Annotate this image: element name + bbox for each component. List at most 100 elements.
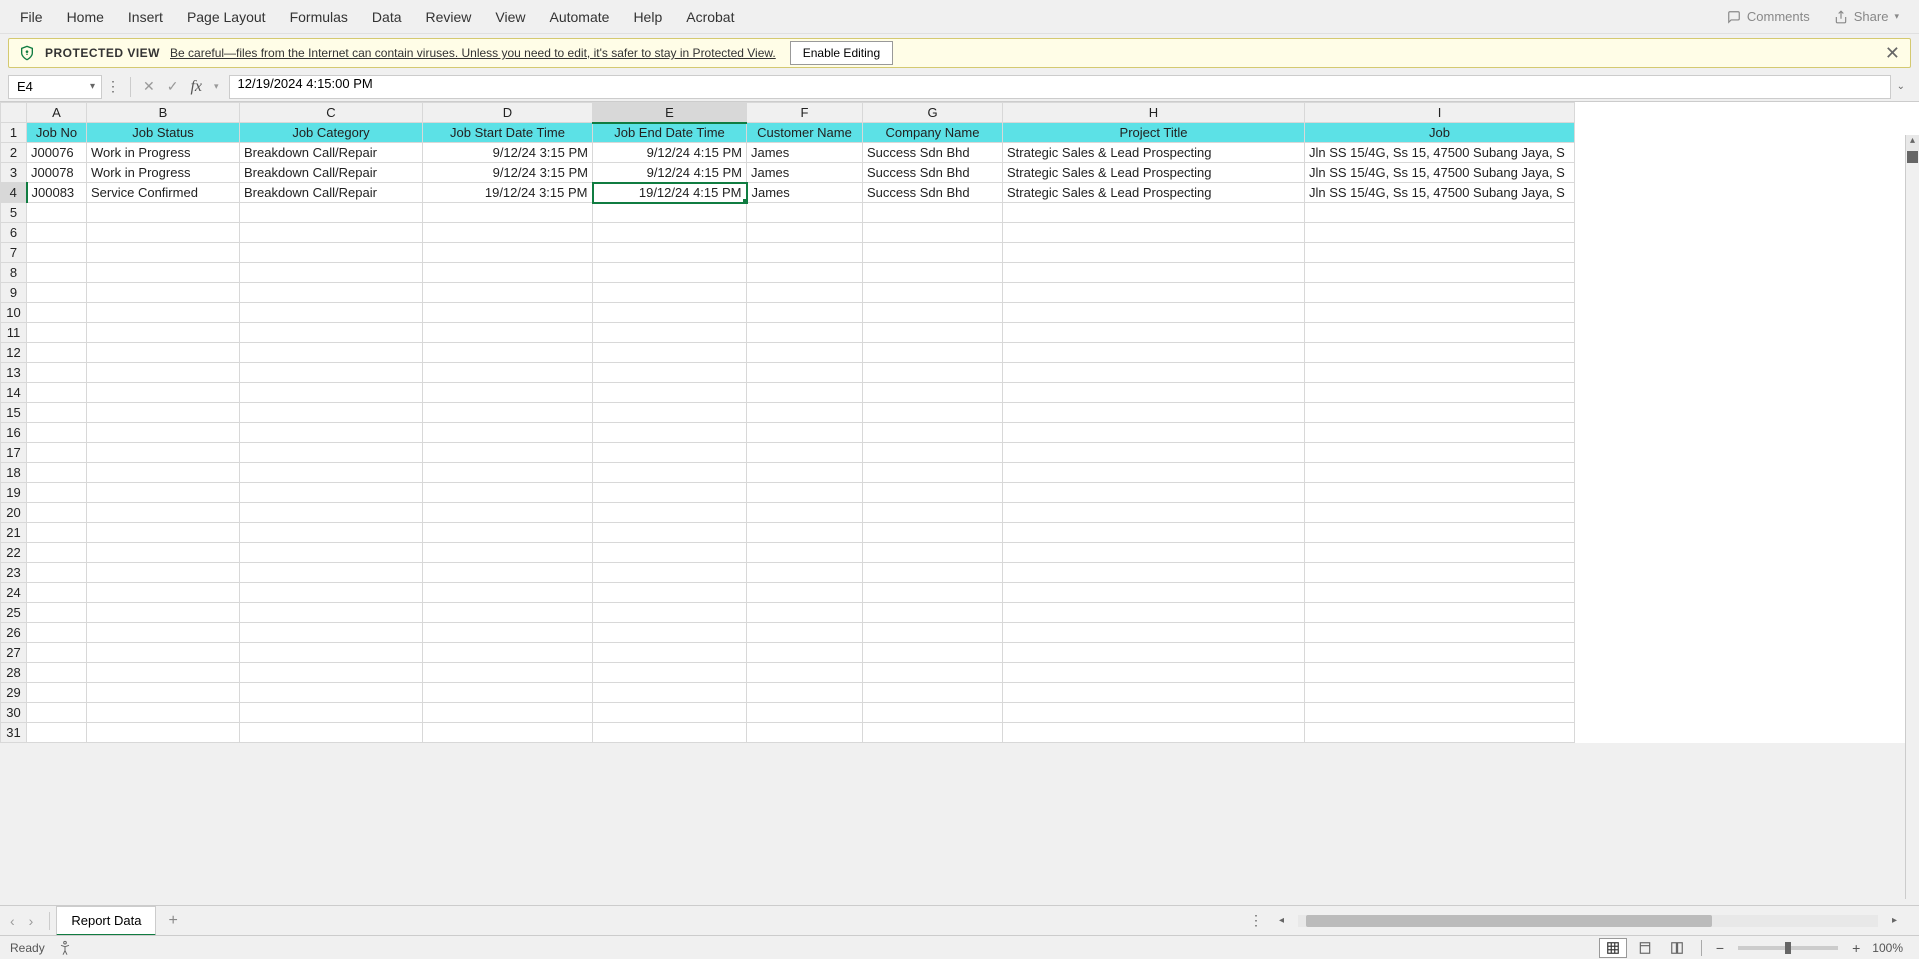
- header-cell-B[interactable]: Job Status: [87, 123, 240, 143]
- cell-C20[interactable]: [240, 503, 423, 523]
- cell-D11[interactable]: [423, 323, 593, 343]
- h-scroll-right-icon[interactable]: ▸: [1888, 915, 1901, 926]
- row-header-15[interactable]: 15: [1, 403, 27, 423]
- cell-E22[interactable]: [593, 543, 747, 563]
- cell-F3[interactable]: James: [747, 163, 863, 183]
- cell-B23[interactable]: [87, 563, 240, 583]
- cell-B24[interactable]: [87, 583, 240, 603]
- cell-G25[interactable]: [863, 603, 1003, 623]
- cell-D22[interactable]: [423, 543, 593, 563]
- cell-F18[interactable]: [747, 463, 863, 483]
- cell-D5[interactable]: [423, 203, 593, 223]
- cell-G23[interactable]: [863, 563, 1003, 583]
- cell-H11[interactable]: [1003, 323, 1305, 343]
- cell-A16[interactable]: [27, 423, 87, 443]
- ribbon-tab-page-layout[interactable]: Page Layout: [175, 1, 278, 33]
- cell-H19[interactable]: [1003, 483, 1305, 503]
- zoom-out-button[interactable]: −: [1710, 940, 1730, 956]
- row-header-18[interactable]: 18: [1, 463, 27, 483]
- row-header-16[interactable]: 16: [1, 423, 27, 443]
- cell-E23[interactable]: [593, 563, 747, 583]
- cell-D18[interactable]: [423, 463, 593, 483]
- cell-A31[interactable]: [27, 723, 87, 743]
- cell-G14[interactable]: [863, 383, 1003, 403]
- cell-I25[interactable]: [1305, 603, 1575, 623]
- cell-F24[interactable]: [747, 583, 863, 603]
- cell-D13[interactable]: [423, 363, 593, 383]
- cell-H5[interactable]: [1003, 203, 1305, 223]
- scrollbar-thumb[interactable]: [1907, 151, 1918, 163]
- cell-C13[interactable]: [240, 363, 423, 383]
- row-header-11[interactable]: 11: [1, 323, 27, 343]
- cell-G11[interactable]: [863, 323, 1003, 343]
- cell-H29[interactable]: [1003, 683, 1305, 703]
- col-header-E[interactable]: E: [593, 103, 747, 123]
- header-cell-H[interactable]: Project Title: [1003, 123, 1305, 143]
- cell-D30[interactable]: [423, 703, 593, 723]
- ribbon-tab-automate[interactable]: Automate: [538, 1, 622, 33]
- cell-G29[interactable]: [863, 683, 1003, 703]
- cell-E14[interactable]: [593, 383, 747, 403]
- row-header-30[interactable]: 30: [1, 703, 27, 723]
- cell-C28[interactable]: [240, 663, 423, 683]
- normal-view-button[interactable]: [1599, 938, 1627, 958]
- cell-F10[interactable]: [747, 303, 863, 323]
- cell-A3[interactable]: J00078: [27, 163, 87, 183]
- cell-H8[interactable]: [1003, 263, 1305, 283]
- protected-view-message[interactable]: Be careful—files from the Internet can c…: [170, 46, 776, 60]
- cell-D25[interactable]: [423, 603, 593, 623]
- cell-E17[interactable]: [593, 443, 747, 463]
- cell-H15[interactable]: [1003, 403, 1305, 423]
- row-header-29[interactable]: 29: [1, 683, 27, 703]
- row-header-22[interactable]: 22: [1, 543, 27, 563]
- cell-A25[interactable]: [27, 603, 87, 623]
- cell-C18[interactable]: [240, 463, 423, 483]
- cell-B14[interactable]: [87, 383, 240, 403]
- cell-A7[interactable]: [27, 243, 87, 263]
- cell-G9[interactable]: [863, 283, 1003, 303]
- row-header-13[interactable]: 13: [1, 363, 27, 383]
- cell-G30[interactable]: [863, 703, 1003, 723]
- cell-I3[interactable]: Jln SS 15/4G, Ss 15, 47500 Subang Jaya, …: [1305, 163, 1575, 183]
- cell-H21[interactable]: [1003, 523, 1305, 543]
- cell-B18[interactable]: [87, 463, 240, 483]
- cell-E2[interactable]: 9/12/24 4:15 PM: [593, 143, 747, 163]
- cell-I2[interactable]: Jln SS 15/4G, Ss 15, 47500 Subang Jaya, …: [1305, 143, 1575, 163]
- row-header-26[interactable]: 26: [1, 623, 27, 643]
- cell-B22[interactable]: [87, 543, 240, 563]
- row-header-9[interactable]: 9: [1, 283, 27, 303]
- cell-C12[interactable]: [240, 343, 423, 363]
- cell-A4[interactable]: J00083: [27, 183, 87, 203]
- cell-F4[interactable]: James: [747, 183, 863, 203]
- cell-H28[interactable]: [1003, 663, 1305, 683]
- cell-I30[interactable]: [1305, 703, 1575, 723]
- cell-D2[interactable]: 9/12/24 3:15 PM: [423, 143, 593, 163]
- cell-E5[interactable]: [593, 203, 747, 223]
- cell-D7[interactable]: [423, 243, 593, 263]
- cell-F7[interactable]: [747, 243, 863, 263]
- cell-C6[interactable]: [240, 223, 423, 243]
- row-header-31[interactable]: 31: [1, 723, 27, 743]
- cell-I10[interactable]: [1305, 303, 1575, 323]
- cell-A23[interactable]: [27, 563, 87, 583]
- cell-B25[interactable]: [87, 603, 240, 623]
- zoom-slider-thumb[interactable]: [1785, 942, 1791, 954]
- cell-H25[interactable]: [1003, 603, 1305, 623]
- row-header-1[interactable]: 1: [1, 123, 27, 143]
- cell-I27[interactable]: [1305, 643, 1575, 663]
- cell-F21[interactable]: [747, 523, 863, 543]
- accessibility-icon[interactable]: [57, 940, 73, 956]
- cell-I18[interactable]: [1305, 463, 1575, 483]
- cell-H9[interactable]: [1003, 283, 1305, 303]
- cell-E28[interactable]: [593, 663, 747, 683]
- cell-E6[interactable]: [593, 223, 747, 243]
- close-icon[interactable]: ✕: [1885, 43, 1900, 64]
- cell-E18[interactable]: [593, 463, 747, 483]
- cell-A19[interactable]: [27, 483, 87, 503]
- sheet-next-icon[interactable]: ›: [29, 913, 34, 929]
- row-header-8[interactable]: 8: [1, 263, 27, 283]
- cell-I31[interactable]: [1305, 723, 1575, 743]
- cell-H27[interactable]: [1003, 643, 1305, 663]
- cell-I28[interactable]: [1305, 663, 1575, 683]
- col-header-I[interactable]: I: [1305, 103, 1575, 123]
